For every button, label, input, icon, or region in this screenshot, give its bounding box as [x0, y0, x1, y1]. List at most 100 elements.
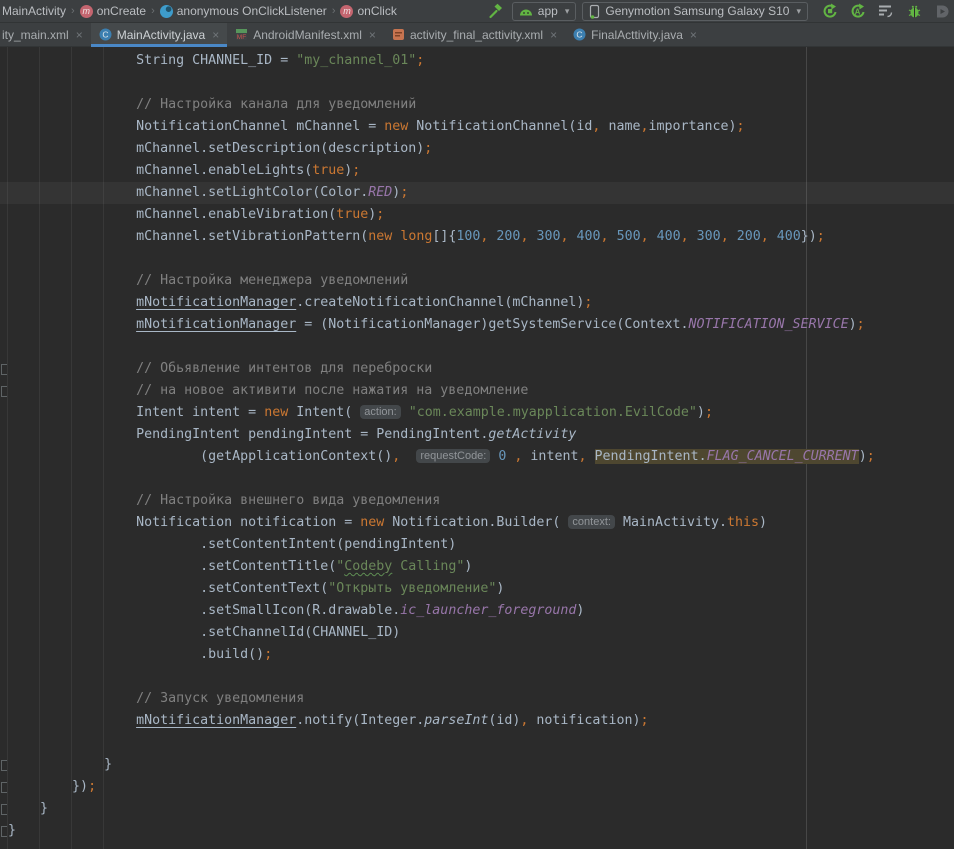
- code-line: mChannel.setDescription(description);: [0, 138, 954, 160]
- code-line: });: [0, 776, 954, 798]
- close-icon[interactable]: ×: [550, 29, 557, 41]
- fold-marker-icon[interactable]: [1, 364, 7, 375]
- fold-marker-icon[interactable]: [1, 386, 7, 397]
- code-line: mChannel.setVibrationPattern(new long[]{…: [0, 226, 954, 248]
- code-line: PendingIntent pendingIntent = PendingInt…: [0, 424, 954, 446]
- svg-text:MF: MF: [237, 34, 246, 41]
- apply-changes-restart-icon: [822, 3, 838, 19]
- profiler-button[interactable]: [876, 1, 896, 21]
- android-icon: [519, 7, 533, 16]
- tab-label: ity_main.xml: [2, 28, 69, 42]
- method-icon: m: [80, 5, 93, 18]
- code-line: Notification notification = new Notifica…: [0, 512, 954, 534]
- breadcrumb-item-mainactivity[interactable]: MainActivity: [0, 4, 68, 18]
- code-line: mChannel.enableLights(true);: [0, 160, 954, 182]
- android-icon: [519, 7, 533, 16]
- code-line: [0, 666, 954, 688]
- editor-tabs: ity_main.xml × C MainActivity.java × MF Androi…: [0, 23, 954, 47]
- caret-down-icon: ▾: [796, 6, 801, 17]
- apply-changes-restart-button[interactable]: [820, 1, 840, 21]
- run-config-selector[interactable]: app ▾: [512, 2, 577, 21]
- fold-marker-icon[interactable]: [1, 804, 7, 815]
- tab-FinalActtivity.java[interactable]: C FinalActtivity.java ×: [565, 23, 705, 46]
- tab-label: FinalActtivity.java: [591, 28, 683, 42]
- close-icon[interactable]: ×: [212, 29, 219, 41]
- code-line: .setSmallIcon(R.drawable.ic_launcher_for…: [0, 600, 954, 622]
- parameter-hint: requestCode:: [416, 449, 490, 463]
- code-line-current: mChannel.setLightColor(Color.RED);: [0, 182, 954, 204]
- code-line: mNotificationManager.notify(Integer.pars…: [0, 710, 954, 732]
- manifest-icon: MF: [235, 28, 248, 41]
- debug-icon: [907, 4, 922, 19]
- layout-xml-icon: [392, 28, 405, 41]
- code-line: Intent intent = new Intent( action: "com…: [0, 402, 954, 424]
- code-line: }: [0, 820, 954, 842]
- tab-label: activity_final_acttivity.xml: [410, 28, 543, 42]
- code-line: [0, 336, 954, 358]
- close-icon[interactable]: ×: [76, 29, 83, 41]
- build-hammer-icon: [488, 3, 504, 19]
- breadcrumb: MainActivity›monCreate›anonymous OnClick…: [0, 4, 399, 18]
- close-icon[interactable]: ×: [369, 29, 376, 41]
- code-line: String CHANNEL_ID = "my_channel_01";: [0, 50, 954, 72]
- apply-code-changes-button[interactable]: A: [848, 1, 868, 21]
- code-line: .setContentTitle("Codeby Calling"): [0, 556, 954, 578]
- apply-code-changes-icon: A: [850, 3, 866, 19]
- debug-button[interactable]: [904, 1, 924, 21]
- code-line: [0, 468, 954, 490]
- code-line: .setContentText("Открыть уведомление"): [0, 578, 954, 600]
- breadcrumb-item-oncreate[interactable]: monCreate: [78, 4, 148, 18]
- device-phone-icon: [589, 4, 600, 19]
- fold-marker-icon[interactable]: [1, 760, 7, 771]
- breadcrumb-separator-icon: ›: [151, 5, 155, 17]
- tab-activity_final_acttivity.xml[interactable]: activity_final_acttivity.xml ×: [384, 23, 565, 46]
- tab-ity_main.xml[interactable]: ity_main.xml ×: [0, 23, 91, 46]
- code-line: [0, 248, 954, 270]
- parameter-hint: context:: [568, 515, 615, 529]
- svg-text:C: C: [102, 30, 108, 40]
- breadcrumb-label: anonymous OnClickListener: [177, 4, 327, 18]
- run-config-label: app: [538, 4, 558, 18]
- fold-marker-icon[interactable]: [1, 826, 7, 837]
- device-selector[interactable]: Genymotion Samsung Galaxy S10 ▾: [582, 2, 808, 21]
- breadcrumb-label: onClick: [357, 4, 396, 18]
- breadcrumb-separator-icon: ›: [71, 5, 75, 17]
- breadcrumb-item-onclick[interactable]: monClick: [338, 4, 398, 18]
- code-line: [0, 732, 954, 754]
- close-icon[interactable]: ×: [690, 29, 697, 41]
- code-line: // Настройка менеджера уведомлений: [0, 270, 954, 292]
- tab-label: AndroidManifest.xml: [253, 28, 362, 42]
- code-line: // Обьявление интентов для переброски: [0, 358, 954, 380]
- breadcrumb-separator-icon: ›: [332, 5, 336, 17]
- code-line: }: [0, 754, 954, 776]
- code-line: }: [0, 798, 954, 820]
- code-editor[interactable]: String CHANNEL_ID = "my_channel_01"; // …: [0, 47, 954, 849]
- breadcrumb-item-anonymous-onclicklistener[interactable]: anonymous OnClickListener: [158, 4, 329, 18]
- caret-down-icon: ▾: [565, 6, 570, 17]
- code-line: .setContentIntent(pendingIntent): [0, 534, 954, 556]
- code-line: // Запуск уведомления: [0, 688, 954, 710]
- svg-text:C: C: [577, 30, 583, 40]
- code-line: NotificationChannel mChannel = new Notif…: [0, 116, 954, 138]
- anonymous-class-icon: [160, 5, 173, 18]
- toolbar-actions: app ▾ Genymotion Samsung Galaxy S10 ▾ A: [486, 1, 954, 21]
- tab-AndroidManifest.xml[interactable]: MF AndroidManifest.xml ×: [227, 23, 384, 46]
- profile-button[interactable]: [932, 1, 952, 21]
- code-line: // на новое активити после нажатия на ув…: [0, 380, 954, 402]
- profile-icon: [935, 4, 949, 19]
- code-line: mChannel.enableVibration(true);: [0, 204, 954, 226]
- build-hammer-icon[interactable]: [486, 1, 506, 21]
- fold-marker-icon[interactable]: [1, 782, 7, 793]
- code-line: [0, 72, 954, 94]
- code-line: mNotificationManager.createNotificationC…: [0, 292, 954, 314]
- tab-MainActivity.java[interactable]: C MainActivity.java ×: [91, 23, 228, 46]
- device-label: Genymotion Samsung Galaxy S10: [605, 4, 789, 18]
- code-line: mNotificationManager = (NotificationMana…: [0, 314, 954, 336]
- java-class-icon: C: [99, 28, 112, 41]
- code-line: (getApplicationContext(), requestCode: 0…: [0, 446, 954, 468]
- device-phone-icon: [589, 4, 600, 19]
- code-line: // Настройка внешнего вида уведомления: [0, 490, 954, 512]
- profiler-icon: [878, 4, 894, 18]
- code-line: // Настройка канала для уведомлений: [0, 94, 954, 116]
- tab-label: MainActivity.java: [117, 28, 205, 42]
